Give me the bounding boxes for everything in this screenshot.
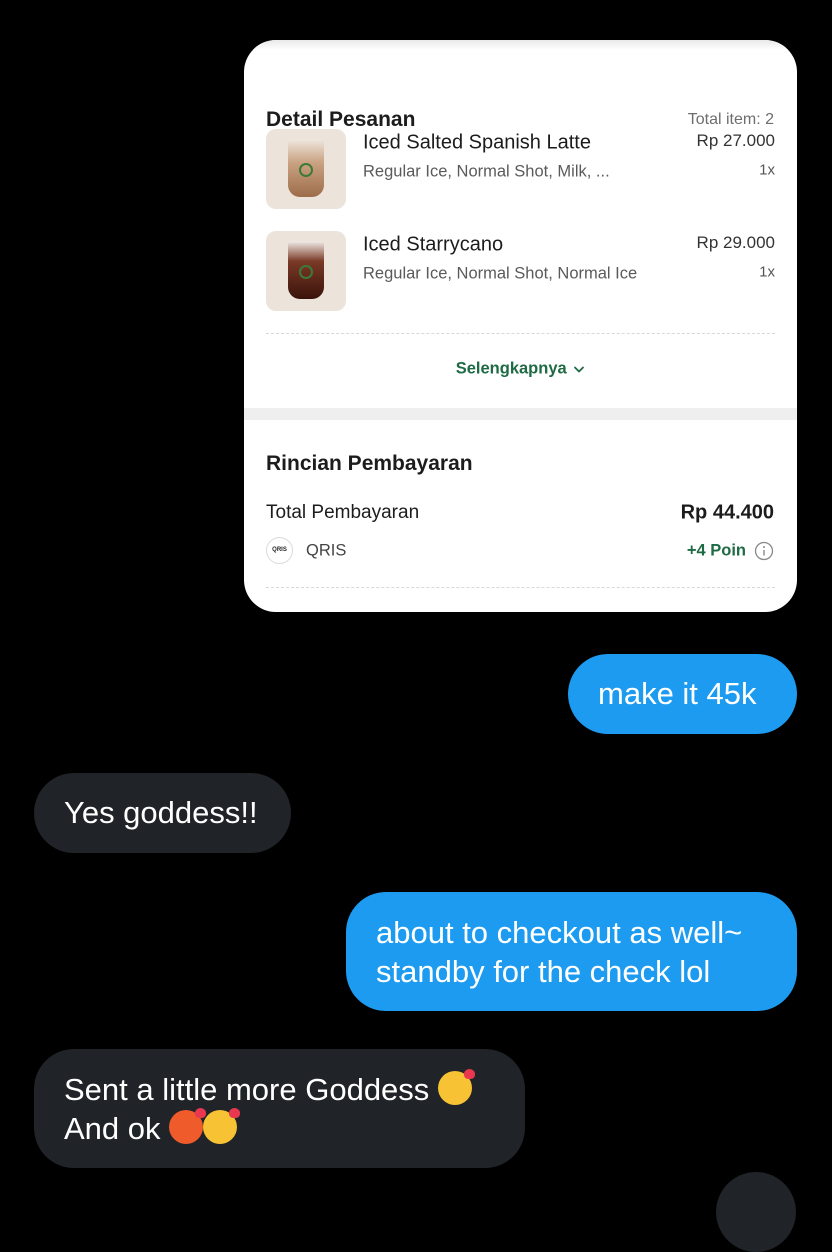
item-name: Iced Salted Spanish Latte (363, 131, 591, 154)
message-bubble-incoming[interactable]: Sent a little more Goddess And ok (34, 1049, 525, 1168)
dashed-divider (266, 333, 775, 334)
item-options: Regular Ice, Normal Shot, Normal Ice (363, 264, 638, 283)
order-detail-image[interactable]: Detail Pesanan Total item: 2 Iced Salted… (244, 40, 797, 612)
see-more-label: Selengkapnya (455, 359, 567, 378)
americano-cup-image (288, 241, 324, 299)
hot-face-icon (169, 1108, 207, 1144)
chevron-down-icon (574, 366, 585, 373)
total-items-count: Total item: 2 (687, 111, 774, 128)
message-bubble-outgoing[interactable]: about to checkout as well~ standby for t… (346, 892, 797, 1011)
payment-method: QRIS (306, 541, 347, 560)
dashed-divider (266, 587, 775, 588)
item-quantity: 1x (759, 263, 775, 281)
item-price: Rp 29.000 (696, 233, 775, 252)
item-options: Regular Ice, Normal Shot, Milk, ... (363, 162, 610, 181)
section-separator (244, 408, 797, 420)
message-text: And ok (64, 1111, 161, 1146)
latte-cup-image (288, 139, 324, 197)
payment-section-title: Rincian Pembayaran (266, 452, 473, 475)
see-more-link[interactable]: Selengkapnya (244, 360, 797, 379)
item-quantity: 1x (759, 161, 775, 179)
order-item: Iced Starrycano Regular Ice, Normal Shot… (266, 231, 775, 311)
message-bubble-outgoing[interactable]: make it 45k (568, 654, 797, 734)
message-bubble-incoming[interactable]: Yes goddess!! (34, 773, 291, 853)
message-line: Sent a little more Goddess (64, 1069, 495, 1109)
product-thumbnail (266, 231, 346, 311)
smiling-face-with-hearts-icon (437, 1069, 475, 1105)
message-text: make it 45k (598, 676, 757, 711)
message-text: standby for the check lol (376, 954, 711, 989)
total-payment-amount: Rp 44.400 (680, 501, 774, 524)
qris-icon: QRIS (266, 537, 293, 564)
item-price: Rp 27.000 (696, 131, 775, 150)
message-text: about to checkout as well~ (376, 915, 743, 950)
message-line: And ok (64, 1108, 495, 1148)
product-thumbnail (266, 129, 346, 209)
item-name: Iced Starrycano (363, 233, 504, 256)
reward-points: +4 Poin (686, 541, 746, 560)
smiling-face-with-hearts-icon (203, 1108, 241, 1144)
card-top-edge (244, 40, 797, 50)
scroll-button-partial[interactable] (716, 1172, 796, 1252)
total-payment-label: Total Pembayaran (266, 502, 420, 523)
message-text: Yes goddess!! (64, 795, 258, 830)
order-item: Iced Salted Spanish Latte Regular Ice, N… (266, 129, 775, 209)
message-text: Sent a little more Goddess (64, 1072, 430, 1107)
info-icon[interactable] (754, 541, 774, 561)
